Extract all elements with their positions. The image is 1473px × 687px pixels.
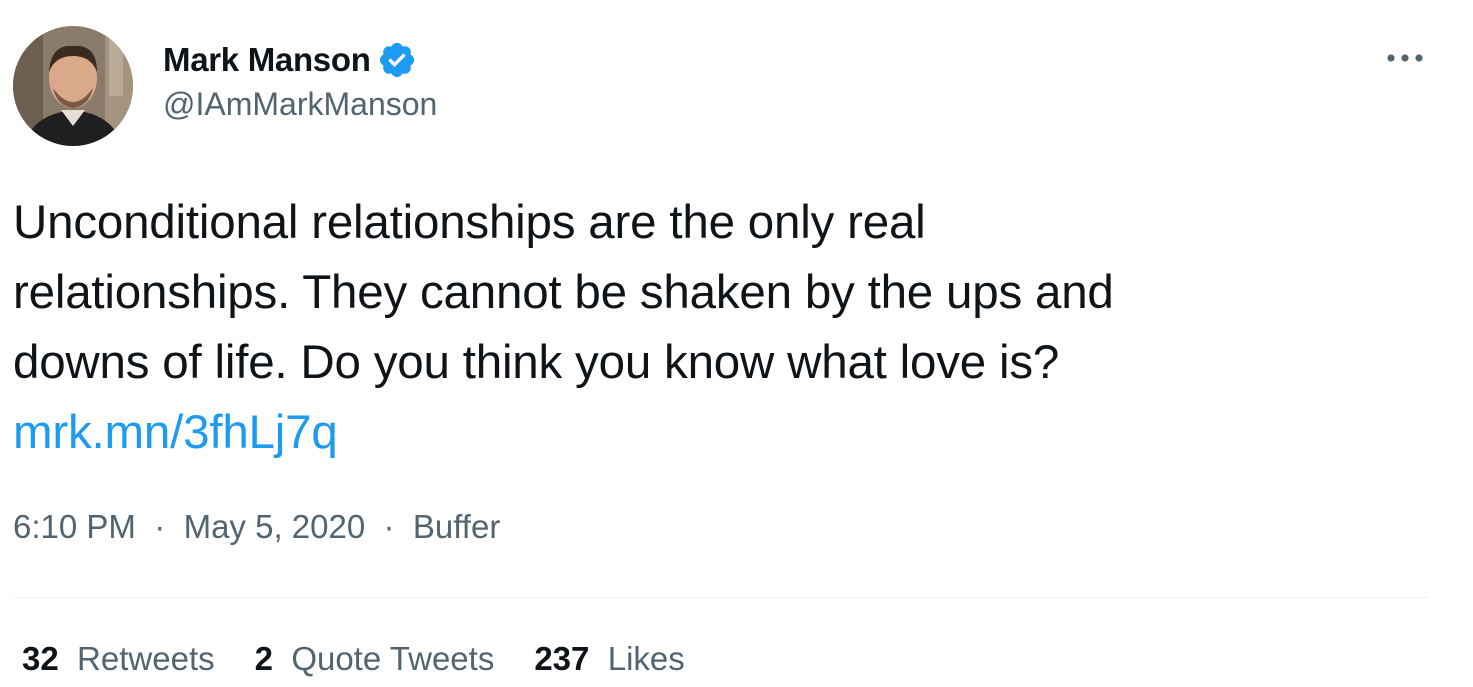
avatar[interactable] — [13, 26, 133, 146]
retweets-label: Retweets — [77, 640, 215, 677]
verified-badge-icon — [377, 40, 417, 80]
retweets-count: 32 — [22, 640, 68, 677]
more-horizontal-icon — [1387, 54, 1423, 62]
divider — [13, 597, 1428, 598]
author-block: Mark Manson @IAmMarkManson — [163, 38, 437, 123]
tweet-text-line: relationships. They cannot be shaken by … — [13, 266, 1114, 319]
more-options-button[interactable] — [1381, 40, 1429, 76]
tweet-text-line: Unconditional relationships are the only… — [13, 196, 926, 249]
tweet-meta: 6:10 PM · May 5, 2020 · Buffer — [13, 508, 500, 546]
avatar-image — [13, 26, 133, 146]
tweet: Mark Manson @IAmMarkManson Unconditional… — [0, 0, 1473, 687]
handle[interactable]: @IAmMarkManson — [163, 86, 437, 123]
meta-separator: · — [374, 508, 404, 545]
quote-tweets-count: 2 — [254, 640, 283, 677]
quote-tweets-stat[interactable]: 2 Quote Tweets — [255, 640, 495, 678]
retweets-stat[interactable]: 32 Retweets — [22, 640, 215, 678]
name-row: Mark Manson — [163, 38, 437, 82]
quote-tweets-label: Quote Tweets — [291, 640, 495, 677]
likes-count: 237 — [534, 640, 599, 677]
tweet-link[interactable]: mrk.mn/3fhLj7q — [13, 398, 1433, 468]
tweet-text-line: downs of life. Do you think you know wha… — [13, 336, 1060, 389]
meta-separator: · — [145, 508, 175, 545]
tweet-text: Unconditional relationships are the only… — [13, 188, 1433, 468]
likes-label: Likes — [607, 640, 685, 677]
tweet-date[interactable]: May 5, 2020 — [184, 508, 366, 545]
engagement-stats: 32 Retweets 2 Quote Tweets 237 Likes — [22, 640, 725, 678]
display-name[interactable]: Mark Manson — [163, 41, 371, 79]
likes-stat[interactable]: 237 Likes — [534, 640, 684, 678]
tweet-time[interactable]: 6:10 PM — [13, 508, 136, 545]
tweet-source[interactable]: Buffer — [413, 508, 500, 545]
